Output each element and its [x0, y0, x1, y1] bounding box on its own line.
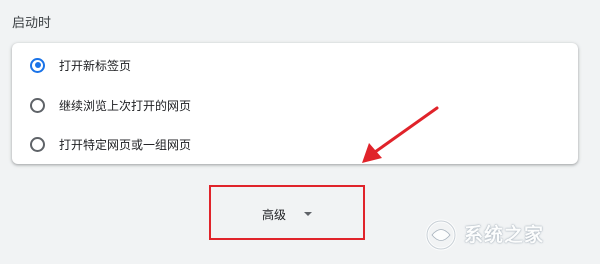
section-title: 启动时 [12, 16, 52, 31]
caret-down-icon [304, 212, 313, 216]
radio-unchecked-icon[interactable] [30, 136, 45, 152]
option-label: 继续浏览上次打开的网页 [59, 98, 192, 113]
advanced-button[interactable]: 高级 [262, 203, 313, 225]
advanced-label: 高级 [262, 207, 287, 222]
startup-option-continue[interactable]: 继续浏览上次打开的网页 [12, 85, 578, 125]
startup-option-specific-pages[interactable]: 打开特定网页或一组网页 [12, 124, 578, 164]
radio-checked-icon[interactable] [30, 57, 45, 73]
settings-page: 启动时 打开新标签页 继续浏览上次打开的网页 打开特定网页或一组网页 高级 系统… [0, 0, 600, 264]
startup-option-new-tab[interactable]: 打开新标签页 [12, 45, 578, 85]
watermark-text: 系统之家 [464, 224, 545, 246]
startup-options-card: 打开新标签页 继续浏览上次打开的网页 打开特定网页或一组网页 [12, 43, 578, 164]
option-label: 打开特定网页或一组网页 [59, 137, 192, 152]
watermark-logo-icon [425, 219, 457, 251]
radio-unchecked-icon[interactable] [30, 97, 45, 113]
watermark: 系统之家 [422, 216, 592, 256]
option-label: 打开新标签页 [59, 58, 132, 73]
